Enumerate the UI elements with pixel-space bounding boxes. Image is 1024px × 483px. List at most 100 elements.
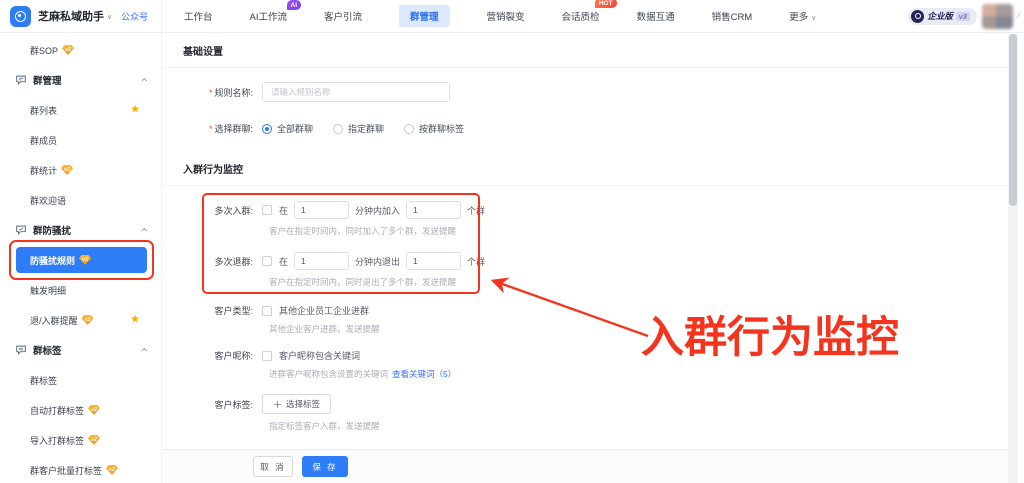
multi-quit-group: 多次退群: 在 分钟内退出 个群 客户在指定时间内，同时退出了多个群，发送提醒 (183, 252, 1008, 288)
main-nav: 工作台 AI工作流 AI 客户引流 群管理 营销裂变 会话质检 HOT 数据互通… (184, 0, 908, 27)
highlighted-rules: 多次入群: 在 分钟内加入 个群 客户在指定时间内，同时加入了多个群，发送提醒 … (183, 193, 1008, 294)
view-keywords-link[interactable]: 查看关键词（5） (392, 369, 456, 379)
sidebar-section-group-anti-harass[interactable]: 群防骚扰 (0, 215, 161, 245)
form-footer: 取 消 保 存 (163, 449, 1008, 483)
nav-data-interchange[interactable]: 数据互通 (637, 5, 675, 27)
app-title: 芝麻私域助手 (38, 11, 104, 23)
sidebar-item-group-list[interactable]: 群列表 (0, 95, 161, 125)
group-select-label: * 选择群聊: (208, 124, 253, 134)
multi-quit-help: 客户在指定时间内，同时退出了多个群，发送提醒 (269, 277, 457, 287)
join-monitor-form: 多次入群: 在 分钟内加入 个群 客户在指定时间内，同时加入了多个群，发送提醒 … (163, 186, 1008, 432)
customer-tag-group: 客户标签: ＋ 选择标签 指定标签客户入群，发送提醒 (183, 394, 1008, 432)
tag-chat-icon (16, 345, 26, 355)
version-badge: v3 (955, 11, 970, 21)
sidebar-item-anti-harass-rules[interactable]: 防骚扰规则 v2 (0, 240, 161, 280)
nav-ai-workflow[interactable]: AI工作流 AI (250, 0, 301, 27)
sidebar: 群SOPv2 群管理 群列表 群成员 群统计v2 群欢迎语 群防骚扰 防骚扰规则… (0, 33, 162, 483)
radio-button[interactable] (404, 123, 415, 134)
sidebar-item-auto-tag[interactable]: 自动打群标签 v2 (0, 395, 161, 425)
join-minutes-input[interactable] (294, 201, 350, 219)
shield-chat-icon (16, 225, 26, 235)
v2-gem-badge: v2 (81, 315, 94, 325)
customer-nickname-group: 客户昵称: 客户昵称包含关键词 进群客户昵称包含设置的关键词 查看关键词（5） (183, 349, 1008, 380)
sidebar-item-group-tags[interactable]: 群标签 (0, 365, 161, 395)
radio-specified-groups[interactable]: 指定群聊 (333, 122, 384, 135)
v2-gem-badge: v2 (62, 45, 75, 55)
nav-workbench[interactable]: 工作台 (184, 5, 213, 27)
customer-nickname-label: 客户昵称: (214, 351, 253, 361)
sidebar-item-join-leave-reminder[interactable]: 退/入群提醒 v2 (0, 305, 161, 335)
app-window: 芝麻私域助手 ∨ 公众号 工作台 AI工作流 AI 客户引流 群管理 营销裂变 … (0, 0, 1024, 483)
chat-group-icon (16, 75, 26, 85)
scrollbar-thumb[interactable] (1009, 34, 1017, 206)
multi-quit-checkbox[interactable] (262, 256, 272, 266)
sidebar-section-group-manage[interactable]: 群管理 (0, 65, 161, 95)
rule-name-label: * 规则名称: (208, 87, 253, 98)
customer-tag-label: 客户标签: (214, 399, 253, 410)
cancel-button[interactable]: 取 消 (253, 456, 293, 477)
quit-minutes-input[interactable] (294, 252, 350, 270)
v2-gem-badge: v2 (79, 255, 92, 265)
nav-group-management[interactable]: 群管理 (399, 5, 450, 27)
v2-gem-badge: v2 (88, 435, 101, 445)
sidebar-item-import-tag[interactable]: 导入打群标签 v2 (0, 425, 161, 455)
nav-marketing-fission[interactable]: 营销裂变 (487, 5, 525, 27)
chevron-up-icon (141, 347, 148, 354)
radio-by-group-tag[interactable]: 按群聊标签 (404, 122, 464, 135)
nav-conversation-qc[interactable]: 会话质检 HOT (562, 0, 617, 27)
topbar-right: 企业版 v3 ∕ (908, 3, 1024, 29)
rule-name-row: * 规则名称: (183, 82, 1008, 102)
customer-nickname-checkbox[interactable] (262, 350, 272, 361)
enterprise-badge[interactable]: 企业版 v3 (908, 7, 977, 25)
radio-button[interactable] (333, 123, 344, 134)
customer-type-group: 客户类型: 其他企业员工企业进群 其他企业客户进群，发送提醒 (183, 304, 1008, 335)
favorite-star-icon[interactable] (130, 315, 140, 326)
chevron-up-icon (141, 227, 148, 234)
chevron-down-icon: ∨ (811, 15, 817, 22)
sidebar-item-group-members[interactable]: 群成员 (0, 125, 161, 155)
customer-type-checkbox[interactable] (262, 305, 272, 316)
nav-more[interactable]: 更多 ∨ (789, 5, 816, 27)
join-count-input[interactable] (406, 201, 462, 219)
selected-item-pill[interactable]: 防骚扰规则 v2 (16, 247, 147, 273)
chevron-down-icon[interactable]: ∨ (107, 13, 112, 21)
brand-area[interactable]: 芝麻私域助手 ∨ 公众号 (0, 0, 162, 32)
radio-all-groups[interactable]: 全部群聊 (262, 122, 313, 135)
ai-badge: AI (286, 0, 301, 10)
plus-icon: ＋ (273, 399, 283, 410)
scrollbar-track[interactable] (1008, 34, 1018, 483)
sidebar-section-group-tags[interactable]: 群标签 (0, 335, 161, 365)
top-bar: 芝麻私域助手 ∨ 公众号 工作台 AI工作流 AI 客户引流 群管理 营销裂变 … (0, 0, 1024, 33)
v2-gem-badge: v2 (88, 405, 101, 415)
rule-name-input[interactable] (262, 82, 450, 102)
save-button[interactable]: 保 存 (302, 456, 348, 477)
enterprise-logo-icon (911, 9, 925, 23)
multi-join-help: 客户在指定时间内，同时加入了多个群，发送提醒 (269, 226, 457, 236)
quit-count-input[interactable] (406, 252, 462, 270)
nav-customer-acquisition[interactable]: 客户引流 (324, 5, 362, 27)
account-type-label[interactable]: 公众号 (121, 10, 148, 23)
customer-type-help: 其他企业客户进群，发送提醒 (269, 324, 380, 334)
sidebar-item-group-stats[interactable]: 群统计 v2 (0, 155, 161, 185)
favorite-star-icon[interactable] (130, 105, 140, 116)
customer-nickname-help: 进群客户昵称包含设置的关键词 查看关键词（5） (269, 369, 457, 379)
radio-button-checked[interactable] (262, 123, 272, 134)
section-title-basic-settings: 基础设置 (163, 33, 1008, 68)
avatar-caret-icon: ∕ (1017, 12, 1020, 20)
select-tag-button[interactable]: ＋ 选择标签 (262, 394, 332, 414)
chevron-up-icon (141, 77, 148, 84)
sidebar-item-trigger-details[interactable]: 触发明细 (0, 275, 161, 305)
basic-settings-form: *规则名称: *选择群聊: 全部群聊 指定群聊 按群聊标签 (163, 68, 1008, 151)
customer-type-label: 客户类型: (214, 306, 253, 316)
multi-quit-label: 多次退群: (214, 256, 253, 267)
hot-badge: HOT (594, 0, 617, 8)
sidebar-item-batch-tag[interactable]: 群客户批量打标签 v2 (0, 455, 161, 483)
group-select-row: * 选择群聊: 全部群聊 指定群聊 按群聊标签 (183, 122, 1008, 135)
sidebar-item-group-welcome[interactable]: 群欢迎语 (0, 185, 161, 215)
user-avatar[interactable] (981, 3, 1013, 29)
main-content: 基础设置 *规则名称: *选择群聊: 全部群聊 指定群聊 按群聊标签 (163, 33, 1008, 449)
v2-gem-badge: v2 (61, 165, 74, 175)
nav-sales-crm[interactable]: 销售CRM (712, 5, 753, 27)
sidebar-item-group-sop[interactable]: 群SOP v2 (0, 35, 161, 65)
multi-join-checkbox[interactable] (262, 205, 272, 215)
